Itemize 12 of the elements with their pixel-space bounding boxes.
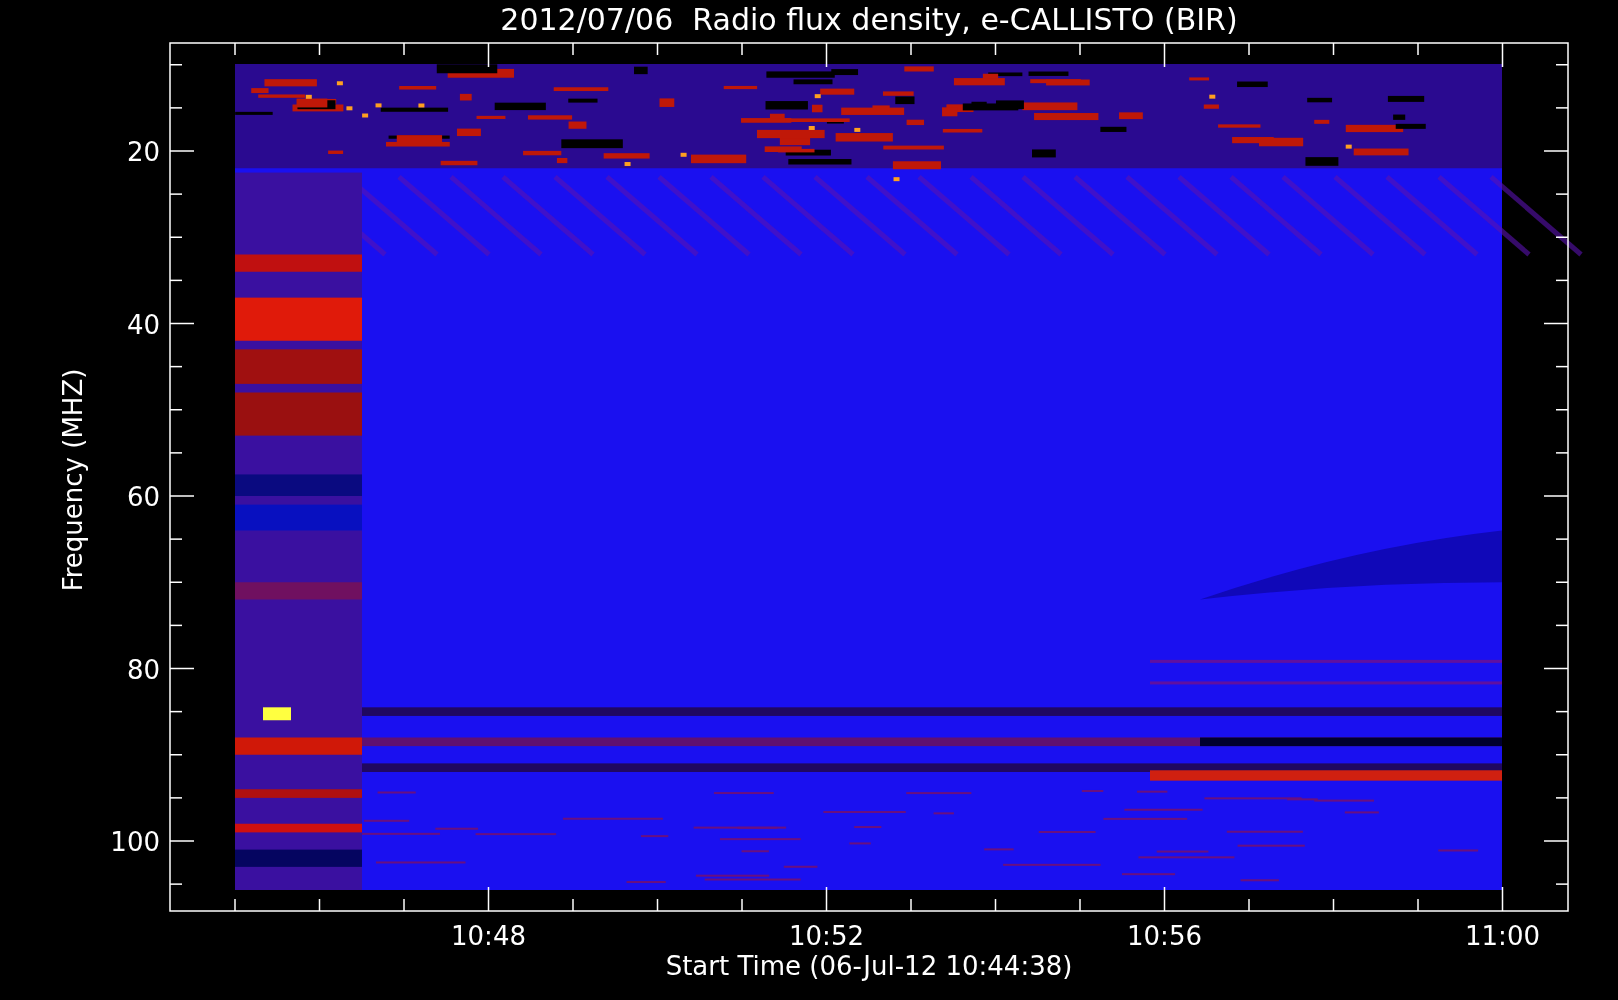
y-tick-label: 40 xyxy=(126,309,160,340)
y-tick-label: 60 xyxy=(126,482,160,512)
x-tick-label: 11:00 xyxy=(1465,921,1540,951)
x-axis-title: Start Time (06-Jul-12 10:44:38) xyxy=(665,951,1073,981)
y-tick-label: 100 xyxy=(110,827,160,857)
y-axis-title: Frequency (MHZ) xyxy=(58,368,88,592)
x-tick-label: 10:52 xyxy=(789,921,864,951)
y-tick-label: 80 xyxy=(126,654,160,685)
y-tick-label: 20 xyxy=(126,137,160,167)
chart-title: 2012/07/06 Radio flux density, e-CALLISTO (BIR) xyxy=(500,2,1238,37)
x-tick-label: 10:56 xyxy=(1127,921,1202,951)
x-tick-label: 10:48 xyxy=(451,921,526,951)
